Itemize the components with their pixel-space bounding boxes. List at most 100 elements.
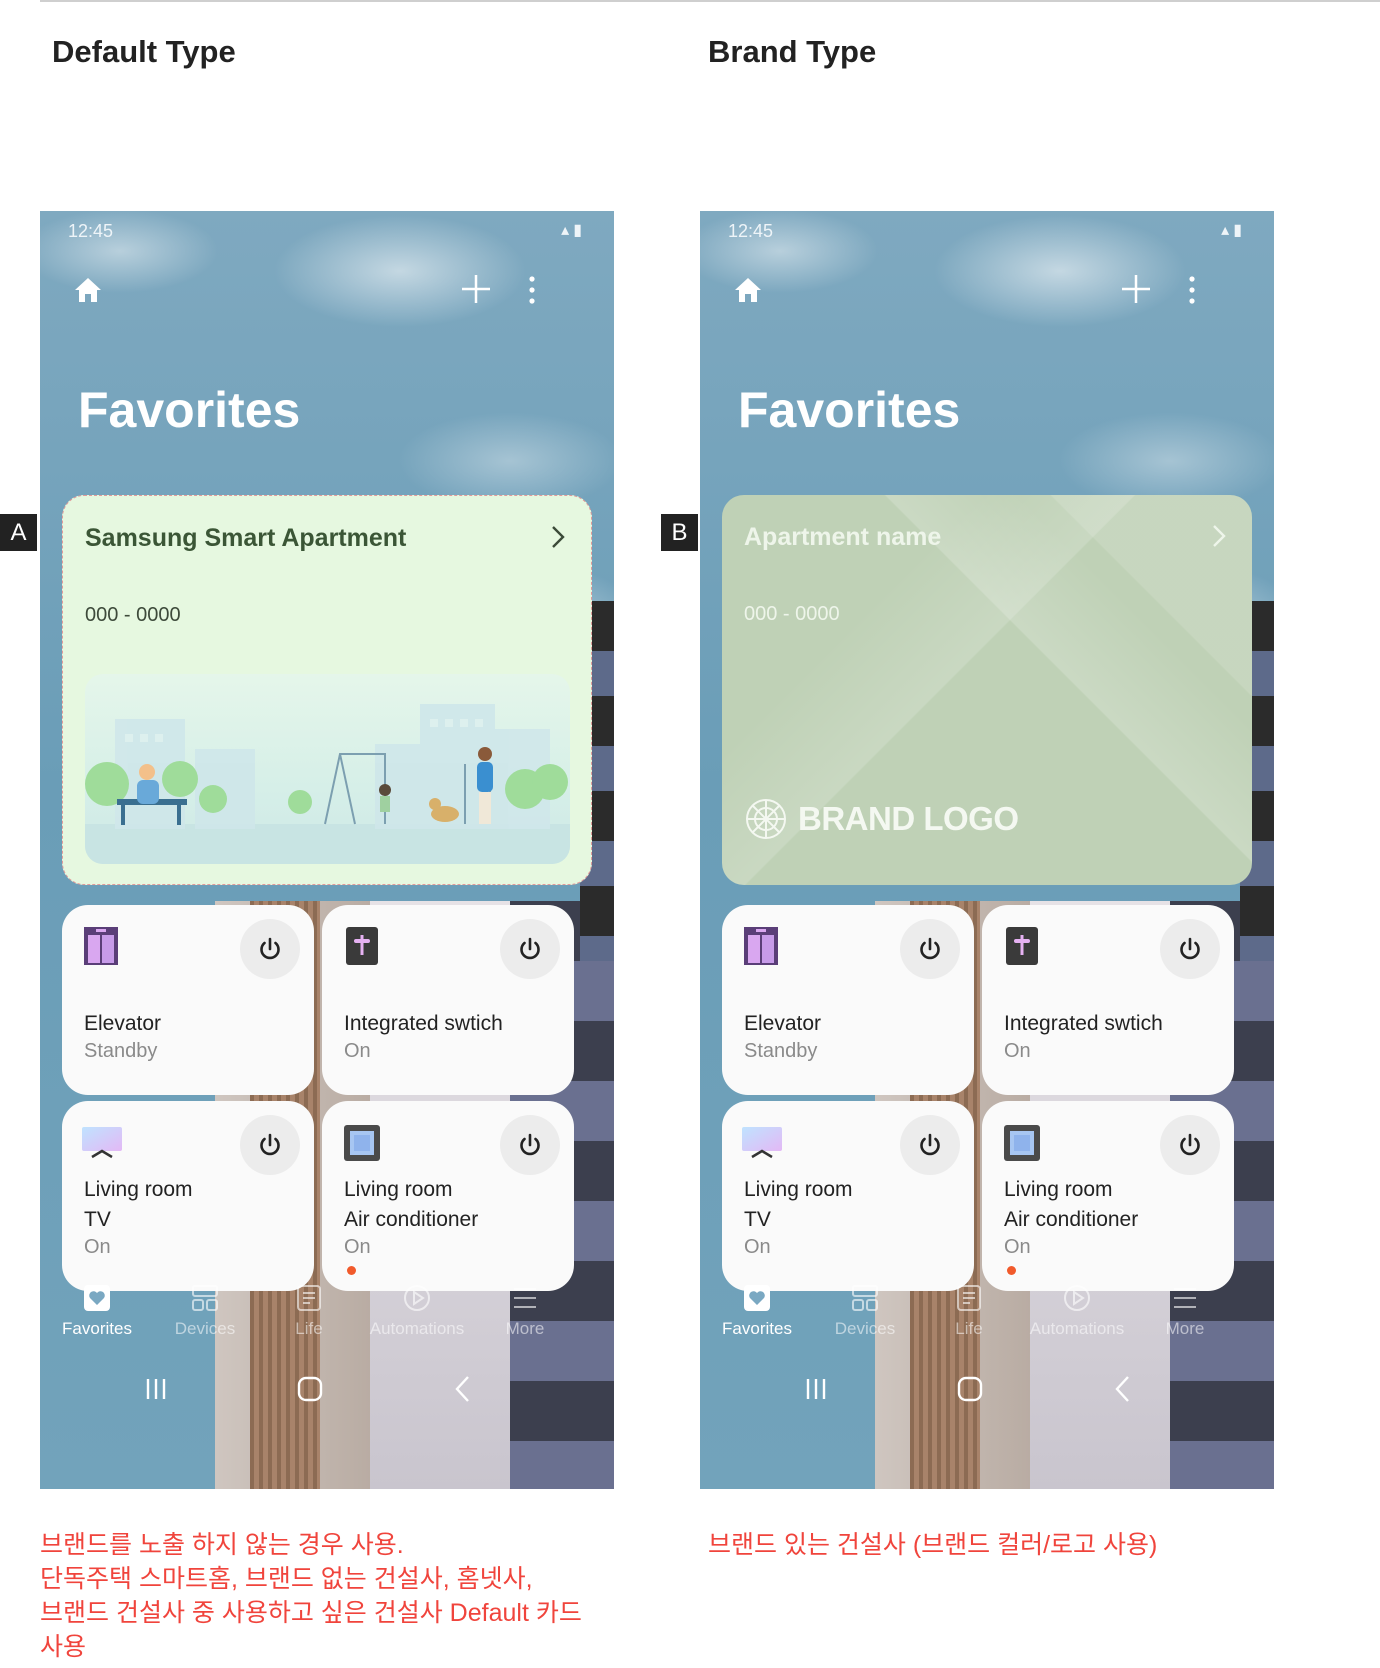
nav-devices[interactable]: Devices bbox=[808, 1273, 922, 1339]
nav-life[interactable]: Life bbox=[252, 1273, 366, 1339]
device-state: On bbox=[744, 1236, 771, 1258]
recent-apps-icon[interactable] bbox=[798, 1371, 834, 1407]
section-title-brand: Brand Type bbox=[708, 34, 877, 69]
nav-devices[interactable]: Devices bbox=[148, 1273, 262, 1339]
status-time: 12:45 bbox=[728, 221, 774, 241]
add-icon[interactable] bbox=[460, 273, 492, 305]
power-button[interactable] bbox=[1160, 919, 1220, 979]
home-name: Samsung Smart Apartment bbox=[85, 524, 407, 552]
device-tile-air-conditioner[interactable]: Living room Air conditioner On bbox=[982, 1101, 1234, 1291]
home-name: Apartment name bbox=[744, 523, 942, 551]
chevron-right-icon[interactable] bbox=[1210, 523, 1228, 549]
play-circle-icon bbox=[404, 1285, 430, 1311]
device-state: On bbox=[344, 1236, 371, 1258]
signal-icon: ▴ bbox=[1221, 222, 1234, 239]
back-icon[interactable] bbox=[1106, 1371, 1142, 1407]
nav-life[interactable]: Life bbox=[912, 1273, 1026, 1339]
device-name: Living room bbox=[84, 1178, 193, 1201]
power-icon bbox=[520, 1133, 540, 1156]
status-icons: ▴▮ bbox=[561, 220, 586, 240]
top-divider bbox=[40, 0, 1380, 2]
recent-apps-icon[interactable] bbox=[138, 1371, 174, 1407]
device-tile-switch[interactable]: Integrated swtich On bbox=[322, 905, 574, 1095]
devices-icon bbox=[192, 1285, 218, 1311]
play-circle-icon bbox=[1064, 1285, 1090, 1311]
device-state: On bbox=[344, 1040, 371, 1062]
device-name-line2: TV bbox=[84, 1208, 111, 1231]
device-state: On bbox=[84, 1236, 111, 1258]
battery-icon: ▮ bbox=[573, 222, 586, 239]
phone-default: 12:45 ▴▮ Favorites Samsung Smart Apartme… bbox=[40, 211, 614, 1489]
device-name: Living room bbox=[344, 1178, 453, 1201]
power-icon bbox=[920, 1133, 940, 1156]
device-tile-switch[interactable]: Integrated swtich On bbox=[982, 905, 1234, 1095]
nav-more[interactable]: More bbox=[1128, 1273, 1242, 1339]
life-icon bbox=[957, 1285, 981, 1311]
bottom-nav: Favorites Devices Life Automations More bbox=[700, 1273, 1274, 1353]
chevron-right-icon[interactable] bbox=[549, 524, 567, 550]
home-button-icon[interactable] bbox=[952, 1371, 988, 1407]
menu-icon bbox=[514, 1288, 536, 1308]
air-conditioner-icon bbox=[1004, 1125, 1040, 1161]
power-icon bbox=[1180, 1133, 1200, 1156]
power-icon bbox=[260, 937, 280, 960]
device-tile-tv[interactable]: Living room TV On bbox=[722, 1101, 974, 1291]
back-icon[interactable] bbox=[446, 1371, 482, 1407]
home-phone: 000 - 0000 bbox=[85, 604, 181, 626]
device-name-line2: Air conditioner bbox=[1004, 1208, 1139, 1231]
device-name: Integrated swtich bbox=[344, 1012, 503, 1035]
page-title: Favorites bbox=[738, 382, 961, 438]
device-tile-elevator[interactable]: Elevator Standby bbox=[722, 905, 974, 1095]
brand-logo-icon bbox=[746, 799, 786, 839]
device-state: On bbox=[1004, 1236, 1031, 1258]
elevator-icon bbox=[744, 927, 778, 965]
nav-automations[interactable]: Automations bbox=[360, 1273, 474, 1339]
brand-logo-text: BRAND LOGO bbox=[798, 800, 1019, 837]
home-button-icon[interactable] bbox=[292, 1371, 328, 1407]
power-icon bbox=[260, 1133, 280, 1156]
air-conditioner-icon bbox=[344, 1125, 380, 1161]
page-title: Favorites bbox=[78, 382, 301, 438]
system-nav-bar bbox=[700, 1359, 1274, 1419]
bottom-nav: Favorites Devices Life Automations More bbox=[40, 1273, 614, 1353]
power-button[interactable] bbox=[900, 919, 960, 979]
heart-icon bbox=[84, 1285, 110, 1311]
heart-icon bbox=[744, 1285, 770, 1311]
system-nav-bar bbox=[40, 1359, 614, 1419]
home-icon[interactable] bbox=[733, 275, 763, 305]
more-options-icon[interactable] bbox=[527, 275, 537, 305]
home-phone: 000 - 0000 bbox=[744, 603, 840, 625]
power-button[interactable] bbox=[240, 919, 300, 979]
phone-brand: 12:45 ▴▮ Favorites Apartment name 000 - … bbox=[700, 211, 1274, 1489]
device-name: Elevator bbox=[744, 1012, 822, 1035]
section-title-default: Default Type bbox=[52, 34, 236, 69]
brand-logo: BRAND LOGO bbox=[744, 797, 1019, 841]
power-button[interactable] bbox=[900, 1115, 960, 1175]
device-tile-air-conditioner[interactable]: Living room Air conditioner On bbox=[322, 1101, 574, 1291]
power-button[interactable] bbox=[240, 1115, 300, 1175]
nav-favorites[interactable]: Favorites bbox=[700, 1273, 814, 1339]
note-brand: 브랜드 있는 건설사 (브랜드 컬러/로고 사용) bbox=[708, 1531, 1158, 1559]
switch-icon bbox=[1006, 927, 1038, 965]
power-button[interactable] bbox=[500, 919, 560, 979]
power-icon bbox=[520, 937, 540, 960]
add-icon[interactable] bbox=[1120, 273, 1152, 305]
power-button[interactable] bbox=[1160, 1115, 1220, 1175]
power-icon bbox=[1180, 937, 1200, 960]
home-card-brand[interactable]: Apartment name 000 - 0000 BRAND LOGO bbox=[722, 495, 1252, 885]
power-button[interactable] bbox=[500, 1115, 560, 1175]
devices-icon bbox=[852, 1285, 878, 1311]
more-options-icon[interactable] bbox=[1187, 275, 1197, 305]
nav-favorites[interactable]: Favorites bbox=[40, 1273, 154, 1339]
nav-automations[interactable]: Automations bbox=[1020, 1273, 1134, 1339]
device-state: Standby bbox=[84, 1040, 158, 1062]
device-name-line2: Air conditioner bbox=[344, 1208, 479, 1231]
home-icon[interactable] bbox=[73, 275, 103, 305]
device-tile-elevator[interactable]: Elevator Standby bbox=[62, 905, 314, 1095]
marker-b: B bbox=[661, 514, 698, 551]
tv-icon bbox=[82, 1127, 122, 1159]
nav-more[interactable]: More bbox=[468, 1273, 582, 1339]
home-card-default[interactable]: Samsung Smart Apartment 000 - 0000 bbox=[62, 495, 592, 885]
device-tile-tv[interactable]: Living room TV On bbox=[62, 1101, 314, 1291]
signal-icon: ▴ bbox=[561, 222, 574, 239]
